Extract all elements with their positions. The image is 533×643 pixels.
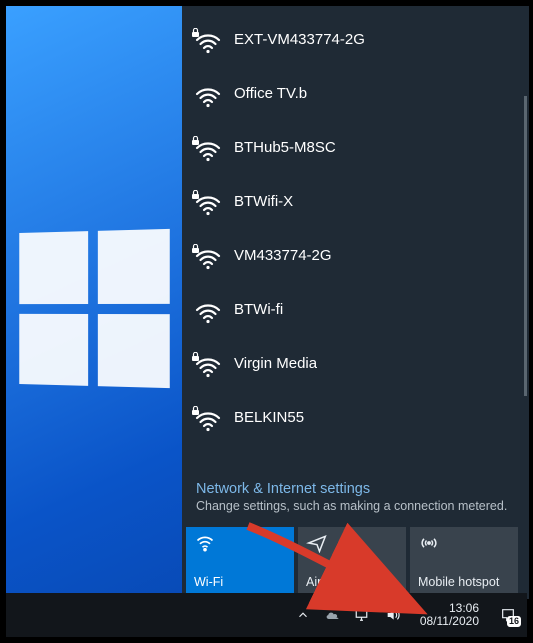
network-item[interactable]: BTHub5-M8SC	[182, 120, 529, 174]
wifi-secured-icon	[192, 24, 222, 54]
hotspot-tile-label: Mobile hotspot	[418, 575, 510, 589]
network-name: VM433774-2G	[234, 247, 332, 264]
network-item[interactable]: BTWifi-X	[182, 174, 529, 228]
network-name: EXT-VM433774-2G	[234, 31, 365, 48]
volume-icon[interactable]	[384, 606, 402, 624]
network-name: BTHub5-M8SC	[234, 139, 336, 156]
network-name: BELKIN55	[234, 409, 304, 426]
taskbar: 13:06 08/11/2020 16	[6, 593, 527, 637]
wifi-open-icon	[192, 294, 222, 324]
wifi-secured-icon	[192, 132, 222, 162]
hotspot-tile[interactable]: Mobile hotspot	[410, 527, 518, 595]
settings-title: Network & Internet settings	[196, 481, 515, 497]
quick-action-tiles: Wi-Fi Airplane mode	[182, 521, 529, 599]
wifi-open-icon	[192, 78, 222, 108]
tray-chevron-icon[interactable]	[294, 606, 312, 624]
wifi-icon	[194, 533, 286, 555]
wifi-secured-icon	[192, 186, 222, 216]
wifi-tile[interactable]: Wi-Fi	[186, 527, 294, 595]
desktop-wallpaper: EXT-VM433774-2G Office TV.b BTHub5-M8SC …	[6, 6, 527, 637]
screenshot-frame: EXT-VM433774-2G Office TV.b BTHub5-M8SC …	[0, 0, 533, 643]
network-name: Office TV.b	[234, 85, 307, 102]
wifi-tile-label: Wi-Fi	[194, 575, 286, 589]
wifi-secured-icon	[192, 402, 222, 432]
network-tray-icon[interactable]	[354, 606, 372, 624]
notification-badge: 16	[507, 616, 521, 627]
network-item[interactable]: Virgin Media	[182, 336, 529, 390]
network-name: Virgin Media	[234, 355, 317, 372]
network-list: EXT-VM433774-2G Office TV.b BTHub5-M8SC …	[182, 6, 529, 471]
network-flyout: EXT-VM433774-2G Office TV.b BTHub5-M8SC …	[182, 6, 529, 599]
taskbar-clock[interactable]: 13:06 08/11/2020	[414, 602, 485, 628]
network-item[interactable]: BTWi-fi	[182, 282, 529, 336]
system-tray: 13:06 08/11/2020 16	[294, 602, 527, 628]
onedrive-icon[interactable]	[324, 606, 342, 624]
scrollbar[interactable]	[524, 96, 527, 396]
hotspot-icon	[418, 533, 510, 555]
settings-subtitle: Change settings, such as making a connec…	[196, 499, 515, 513]
action-center-icon[interactable]: 16	[497, 605, 519, 625]
wifi-secured-icon	[192, 348, 222, 378]
airplane-tile[interactable]: Airplane mode	[298, 527, 406, 595]
windows-logo	[19, 229, 170, 388]
network-item[interactable]: Office TV.b	[182, 66, 529, 120]
network-item[interactable]: EXT-VM433774-2G	[182, 12, 529, 66]
wifi-secured-icon	[192, 240, 222, 270]
airplane-tile-label: Airplane mode	[306, 575, 398, 589]
clock-date: 08/11/2020	[420, 615, 479, 628]
network-name: BTWi-fi	[234, 301, 283, 318]
airplane-icon	[306, 533, 398, 555]
network-settings-link[interactable]: Network & Internet settings Change setti…	[182, 471, 529, 521]
network-item[interactable]: BELKIN55	[182, 390, 529, 444]
network-item[interactable]: VM433774-2G	[182, 228, 529, 282]
network-name: BTWifi-X	[234, 193, 293, 210]
